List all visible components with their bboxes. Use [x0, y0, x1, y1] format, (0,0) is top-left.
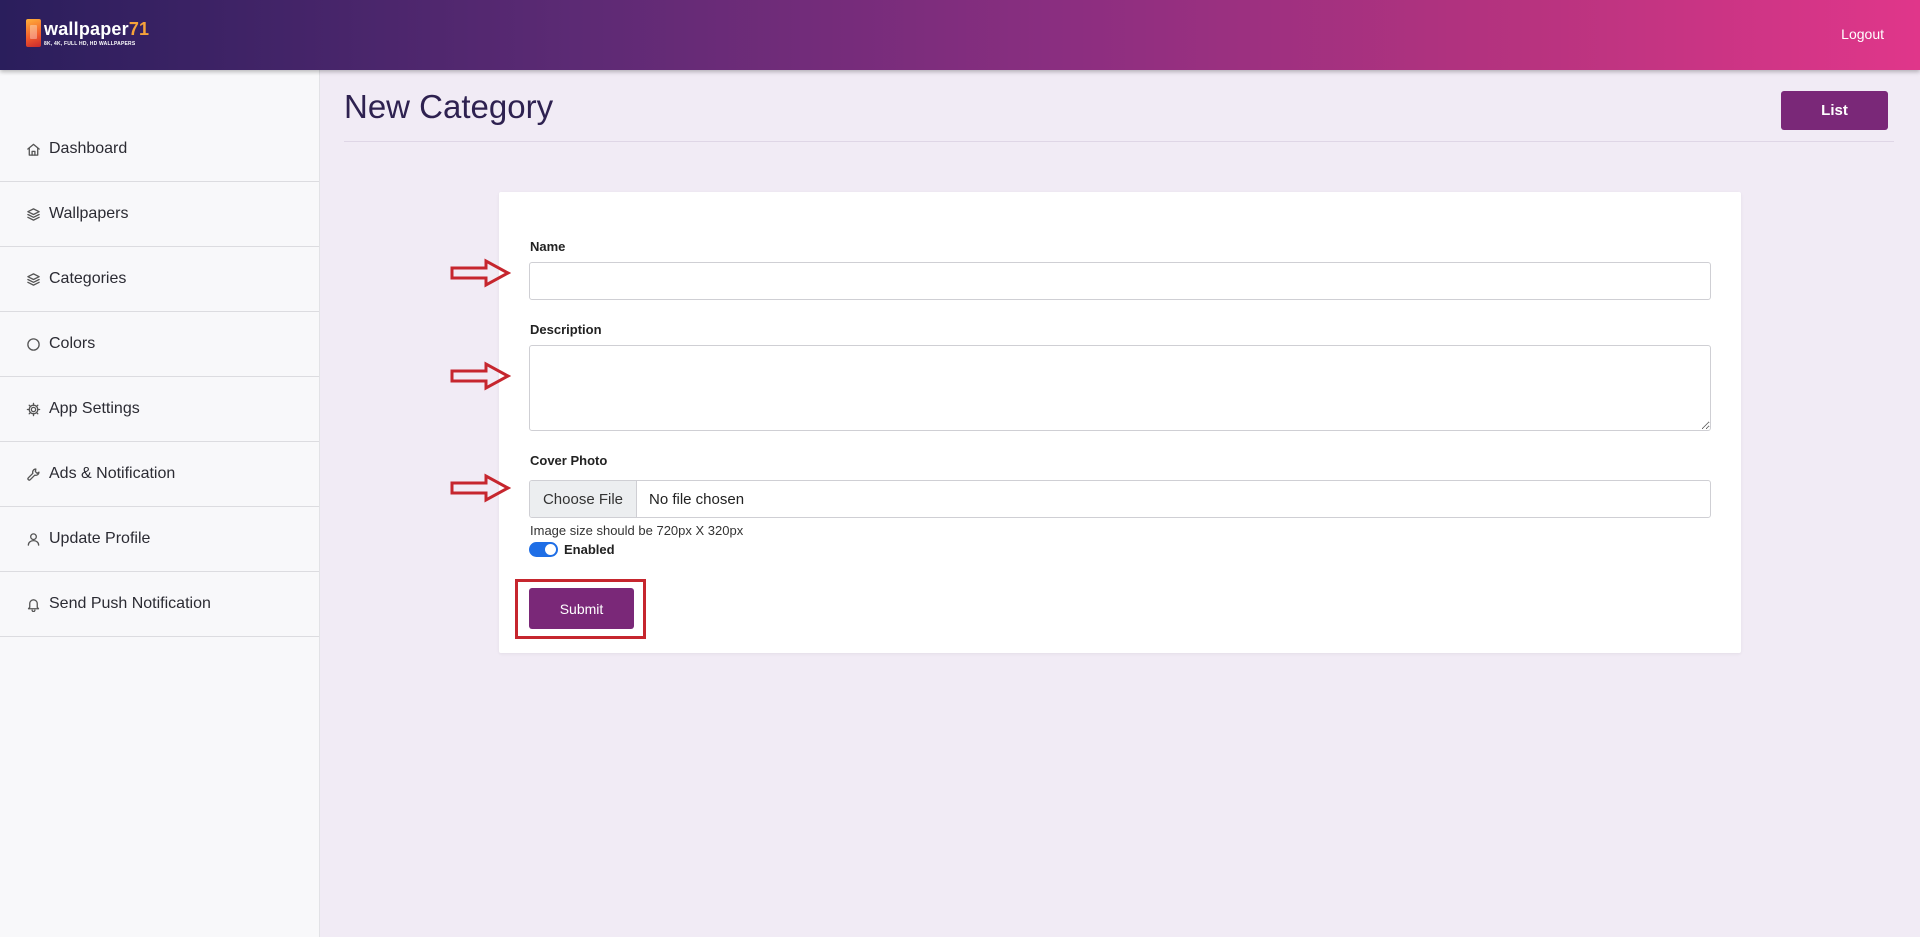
logout-link[interactable]: Logout	[1841, 26, 1884, 42]
sidebar-item-categories[interactable]: Categories	[0, 247, 319, 312]
home-icon	[25, 141, 41, 157]
wrench-icon	[25, 466, 41, 482]
sidebar: Dashboard Wallpapers Categories Colors A…	[0, 70, 320, 937]
user-icon	[25, 531, 41, 547]
sidebar-item-label: App Settings	[49, 400, 140, 417]
sidebar-item-label: Colors	[49, 335, 96, 352]
choose-file-button[interactable]: Choose File	[530, 481, 637, 517]
sidebar-item-label: Dashboard	[49, 140, 128, 157]
sidebar-item-ads-notification[interactable]: Ads & Notification	[0, 442, 319, 507]
main-content: New Category List Name Description Cover…	[320, 70, 1920, 937]
page-title: New Category	[344, 88, 554, 125]
title-divider	[344, 141, 1894, 142]
annotation-arrow-icon	[450, 258, 511, 288]
layers-icon	[25, 206, 41, 222]
bell-icon	[25, 596, 41, 612]
sidebar-item-wallpapers[interactable]: Wallpapers	[0, 182, 319, 247]
submit-button[interactable]: Submit	[529, 588, 634, 629]
enabled-toggle[interactable]	[529, 542, 558, 557]
sidebar-item-label: Send Push Notification	[49, 595, 211, 612]
list-button[interactable]: List	[1781, 91, 1888, 130]
file-status: No file chosen	[649, 490, 745, 508]
sidebar-item-label: Update Profile	[49, 530, 151, 547]
image-size-hint: Image size should be 720px X 320px	[530, 523, 744, 538]
enabled-label: Enabled	[564, 542, 615, 557]
sidebar-item-colors[interactable]: Colors	[0, 312, 319, 377]
description-label: Description	[530, 322, 602, 337]
cover-photo-file-input[interactable]: Choose File No file chosen	[529, 480, 1711, 518]
gear-icon	[25, 401, 41, 417]
cover-photo-label: Cover Photo	[530, 453, 608, 468]
sidebar-nav: Dashboard Wallpapers Categories Colors A…	[0, 117, 319, 637]
logo-text-block: wallpaper71 8K, 4K, FULL HD, HD WALLPAPE…	[44, 19, 149, 47]
logo[interactable]: wallpaper71 8K, 4K, FULL HD, HD WALLPAPE…	[26, 19, 149, 47]
sidebar-item-update-profile[interactable]: Update Profile	[0, 507, 319, 572]
circle-icon	[25, 336, 41, 352]
logo-phone-icon	[26, 19, 41, 47]
sidebar-item-label: Ads & Notification	[49, 465, 176, 482]
sidebar-item-send-push-notification[interactable]: Send Push Notification	[0, 572, 319, 637]
annotation-arrow-icon	[450, 361, 511, 391]
sidebar-item-app-settings[interactable]: App Settings	[0, 377, 319, 442]
annotation-arrow-icon	[450, 473, 511, 503]
logo-tagline: 8K, 4K, FULL HD, HD WALLPAPERS	[44, 41, 136, 47]
name-input[interactable]	[529, 262, 1711, 300]
sidebar-item-label: Wallpapers	[49, 205, 129, 222]
description-textarea[interactable]	[529, 345, 1711, 431]
logo-number: 71	[128, 19, 150, 39]
top-bar: wallpaper71 8K, 4K, FULL HD, HD WALLPAPE…	[0, 0, 1920, 70]
new-category-form: Name Description Cover Photo Choose File…	[499, 192, 1741, 653]
logo-name: wallpaper	[44, 19, 129, 39]
layers-icon	[25, 271, 41, 287]
sidebar-item-label: Categories	[49, 270, 127, 287]
name-label: Name	[530, 239, 566, 254]
sidebar-item-dashboard[interactable]: Dashboard	[0, 117, 319, 182]
